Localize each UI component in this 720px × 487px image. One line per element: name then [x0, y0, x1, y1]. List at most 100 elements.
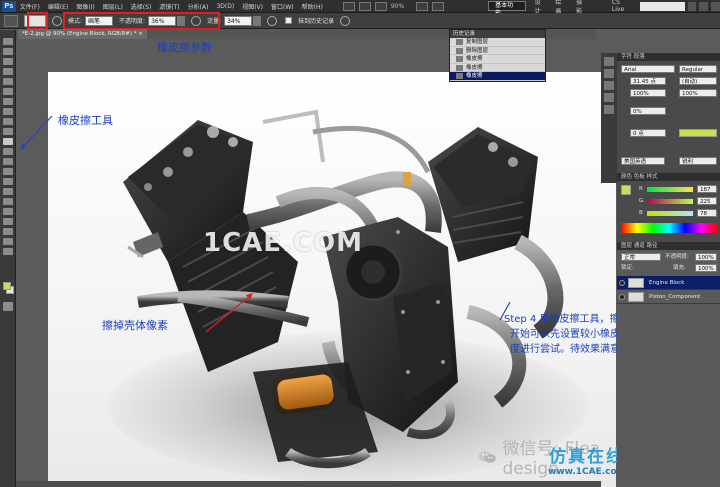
screen-mode-icon[interactable]: [432, 1, 445, 11]
tool-preset-picker[interactable]: [4, 14, 18, 27]
history-item[interactable]: 复制图层: [450, 38, 545, 47]
blend-mode-select[interactable]: 正常: [621, 253, 661, 261]
layers-panel-tabs[interactable]: 图层 通道 路径: [617, 242, 720, 250]
eyedropper-tool-icon[interactable]: [3, 88, 13, 95]
3d-camera-tool-icon[interactable]: [3, 228, 13, 235]
eye-icon[interactable]: [619, 280, 625, 286]
lasso-tool-icon[interactable]: [3, 58, 13, 65]
menu-image[interactable]: 图像(I): [76, 2, 94, 11]
airbrush-icon[interactable]: [267, 15, 278, 26]
history-brush-tool-icon[interactable]: [3, 128, 13, 135]
history-item[interactable]: 橡皮擦: [450, 55, 545, 64]
color-b-slider[interactable]: [647, 211, 693, 216]
hand-icon[interactable]: [374, 1, 387, 11]
color-foreground-swatch[interactable]: [621, 185, 631, 195]
clone-source-icon[interactable]: [604, 93, 614, 102]
font-style-select[interactable]: Regular: [679, 65, 717, 73]
layer-opacity-input[interactable]: 100%: [695, 253, 717, 261]
layer-row-piston[interactable]: Piston_Component: [617, 290, 720, 304]
color-r-slider[interactable]: [647, 187, 693, 192]
language-select[interactable]: 美国英语: [621, 157, 665, 165]
minibridge-icon[interactable]: [358, 1, 371, 11]
menu-filter[interactable]: 滤镜(T): [159, 2, 179, 11]
workspace-essentials-button[interactable]: 基本功能: [488, 1, 526, 17]
actions-panel-icon[interactable]: [604, 69, 614, 78]
eye-icon[interactable]: [619, 294, 625, 300]
dodge-tool-icon[interactable]: [3, 168, 13, 175]
pen-tool-icon[interactable]: [3, 178, 13, 185]
minimize-icon[interactable]: [687, 1, 697, 11]
menu-help[interactable]: 帮助(H): [302, 2, 323, 11]
watermark-1cae: 1CAE.COM: [203, 228, 363, 258]
menu-view[interactable]: 视图(V): [242, 2, 263, 11]
cs-live[interactable]: CS Live: [612, 0, 634, 13]
menu-analysis[interactable]: 分析(A): [188, 2, 209, 11]
character-panel-icon[interactable]: [604, 105, 614, 114]
close-icon[interactable]: [711, 1, 720, 11]
layer-name: Piston_Component: [649, 294, 701, 300]
menu-edit[interactable]: 编辑(E): [48, 2, 68, 11]
color-panel-tabs[interactable]: 颜色 色板 样式: [617, 173, 720, 181]
3d-rotate-tool-icon[interactable]: [3, 218, 13, 225]
menu-3d[interactable]: 3D(D): [216, 3, 234, 10]
zoom-level[interactable]: 90%: [391, 3, 404, 10]
hand-tool-icon[interactable]: [3, 238, 13, 245]
menu-select[interactable]: 选择(S): [131, 2, 152, 11]
anti-alias-select[interactable]: 锐利: [679, 157, 717, 165]
zoom-tool-icon[interactable]: [3, 248, 13, 255]
gradient-tool-icon[interactable]: [3, 148, 13, 155]
bridge-icon[interactable]: [342, 1, 355, 11]
menu-layer[interactable]: 图层(L): [103, 2, 123, 11]
foreground-color-swatch[interactable]: [3, 282, 11, 290]
blur-tool-icon[interactable]: [3, 158, 13, 165]
menu-window[interactable]: 窗口(W): [271, 2, 294, 11]
document-tab[interactable]: *E-2.jpg @ 90% (Engine Block, RGB/8#) * …: [18, 29, 147, 39]
font-family-select[interactable]: Arial: [621, 65, 675, 73]
search-input[interactable]: [639, 1, 685, 11]
marquee-tool-icon[interactable]: [3, 48, 13, 55]
history-item[interactable]: 删除图层: [450, 47, 545, 55]
pressure-size-icon[interactable]: [340, 15, 351, 26]
color-spectrum-bar[interactable]: [621, 223, 717, 233]
path-select-tool-icon[interactable]: [3, 198, 13, 205]
history-panel-title[interactable]: 历史记录: [450, 30, 545, 38]
color-b-label: B: [639, 210, 643, 216]
shape-tool-icon[interactable]: [3, 208, 13, 215]
brush-panel-icon[interactable]: [52, 15, 62, 26]
history-item-selected[interactable]: 橡皮擦: [450, 72, 545, 81]
brush-tool-icon[interactable]: [3, 108, 13, 115]
font-size-input[interactable]: 31.45 点: [630, 77, 666, 85]
type-tool-icon[interactable]: [3, 188, 13, 195]
history-item[interactable]: 橡皮擦: [450, 64, 545, 72]
eraser-tool-icon[interactable]: [3, 138, 13, 145]
tracking-input[interactable]: 100%: [630, 89, 666, 97]
history-step-icon: [456, 56, 463, 62]
history-panel-icon[interactable]: [604, 57, 614, 66]
text-color-swatch[interactable]: [679, 129, 717, 137]
move-tool-icon[interactable]: [3, 38, 13, 45]
erase-to-history-checkbox[interactable]: [285, 17, 293, 24]
leading-input[interactable]: (自动): [679, 77, 717, 85]
arrange-icon[interactable]: [416, 1, 429, 11]
color-b-input[interactable]: 78: [697, 209, 717, 217]
brush-panel-icon[interactable]: [604, 81, 614, 90]
fill-input[interactable]: 100%: [695, 264, 717, 272]
healing-tool-icon[interactable]: [3, 98, 13, 105]
character-panel-tabs[interactable]: 字符 段落: [617, 53, 720, 61]
kerning-input[interactable]: 0%: [630, 107, 666, 115]
quick-select-tool-icon[interactable]: [3, 68, 13, 75]
menu-file[interactable]: 文件(F): [20, 2, 40, 11]
color-g-input[interactable]: 225: [697, 197, 717, 205]
flow-slider-arrow[interactable]: [253, 15, 262, 26]
color-g-slider[interactable]: [647, 199, 693, 204]
clone-stamp-tool-icon[interactable]: [3, 118, 13, 125]
maximize-icon[interactable]: [699, 1, 709, 11]
crop-tool-icon[interactable]: [3, 78, 13, 85]
baseline-shift-input[interactable]: 0 点: [630, 129, 666, 137]
document-canvas[interactable]: 1CAE.COM 微信号: Flea design: [48, 72, 616, 487]
quick-mask-icon[interactable]: [3, 302, 13, 311]
layer-row-engine-block[interactable]: Engine Block: [617, 276, 720, 290]
vertical-scale-input[interactable]: 100%: [679, 89, 717, 97]
flow-input[interactable]: 34%: [224, 15, 253, 26]
color-r-input[interactable]: 187: [697, 185, 717, 193]
